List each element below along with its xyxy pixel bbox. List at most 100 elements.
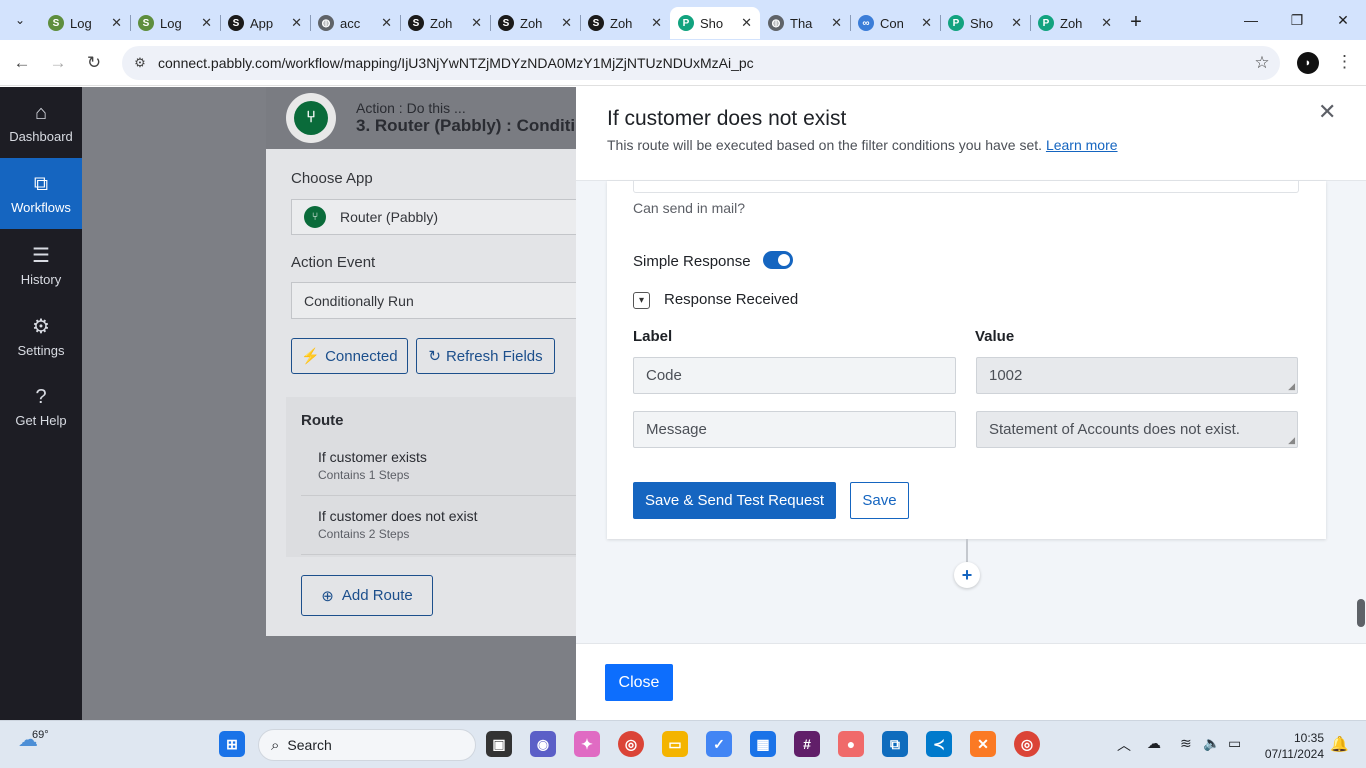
address-bar[interactable]: ⚙ connect.pabbly.com/workflow/mapping/Ij… [122,46,1280,80]
sidebar-item-get-help[interactable]: ? Get Help [0,371,82,442]
sidebar-item-history[interactable]: ☰ History [0,229,82,300]
refresh-fields-label: Refresh Fields [445,347,543,365]
route-item-customer-not-exist[interactable]: If customer does not exist Contains 2 St… [318,508,576,541]
xampp-icon[interactable]: ✕ [970,731,996,757]
close-tab-icon[interactable]: ✕ [561,15,572,31]
profile-avatar[interactable]: ◗ [1297,52,1319,74]
close-tab-icon[interactable]: ✕ [381,15,392,31]
browser-menu-button[interactable]: ⋮ [1336,52,1353,72]
response-received-chevron[interactable]: ▾ [633,292,650,309]
onedrive-icon[interactable]: ☁ [1147,735,1161,752]
forward-button[interactable]: → [40,53,76,73]
close-tab-icon[interactable]: ✕ [1011,15,1022,31]
browser-tab[interactable]: P Zoh ✕ [1030,7,1120,39]
close-tab-icon[interactable]: ✕ [831,15,842,31]
route-drawer: If customer does not exist This route wi… [576,87,1366,720]
file-explorer-icon[interactable]: ▭ [662,731,688,757]
step-connector [966,539,968,563]
tab-search-button[interactable]: ⌄ [0,0,40,40]
site-settings-icon[interactable]: ⚙ [122,55,158,71]
bookmark-star-icon[interactable]: ☆ [1244,53,1280,73]
battery-icon[interactable]: ▭ [1228,735,1241,752]
windows-start-icon[interactable]: ⊞ [219,731,245,757]
router-branch-icon: ⑂ [304,206,326,228]
remote-desktop-icon[interactable]: ⧉ [882,731,908,757]
action-event-select[interactable]: Conditionally Run [291,282,576,319]
asana-icon[interactable]: ● [838,731,864,757]
refresh-fields-button[interactable]: ↻ Refresh Fields [416,338,555,374]
clock-date: 07/11/2024 [1264,747,1324,761]
close-tab-icon[interactable]: ✕ [921,15,932,31]
close-button[interactable]: Close [605,664,673,701]
browser-tab[interactable]: P Sho ✕ [940,7,1030,39]
todo-icon[interactable]: ✓ [706,731,732,757]
close-tab-icon[interactable]: ✕ [111,15,122,31]
router-step-card: ⑂ Action : Do this ... 3. Router (Pabbly… [266,87,576,636]
add-step-button[interactable]: + [954,562,980,588]
close-tab-icon[interactable]: ✕ [741,15,752,31]
slack-icon[interactable]: # [794,731,820,757]
browser-tab[interactable]: S Zoh ✕ [580,7,670,39]
choose-app-select[interactable]: ⑂ Router (Pabbly) [291,199,576,235]
reload-button[interactable]: ↻ [76,53,112,73]
simple-response-toggle[interactable] [763,251,793,269]
volume-icon[interactable]: 🔈 [1203,735,1220,752]
browser-tab[interactable]: ∞ Con ✕ [850,7,940,39]
minimize-button[interactable]: — [1228,0,1274,40]
wifi-icon[interactable]: ≋ [1180,735,1192,752]
browser-tab[interactable]: S App ✕ [220,7,310,39]
connected-button[interactable]: ⚡ Connected [291,338,408,374]
save-send-test-button[interactable]: Save & Send Test Request [633,482,836,519]
app-sidebar: ⌂ Dashboard ⧉ Workflows ☰ History ⚙ Sett… [0,87,82,720]
restore-button[interactable]: ❐ [1274,0,1320,40]
learn-more-link[interactable]: Learn more [1046,137,1118,153]
browser-tab[interactable]: ◍ acc ✕ [310,7,400,39]
sidebar-item-workflows[interactable]: ⧉ Workflows [0,158,82,229]
label-input[interactable]: Message [633,411,956,448]
back-button[interactable]: ← [4,53,40,73]
save-button[interactable]: Save [850,482,909,519]
browser-tab[interactable]: ◍ Tha ✕ [760,7,850,39]
label-input[interactable]: Code [633,357,956,394]
browser-tab[interactable]: S Zoh ✕ [490,7,580,39]
resize-grip-icon[interactable]: ◢ [1288,435,1295,446]
vscode-icon[interactable]: ≺ [926,731,952,757]
field-hint: Can send in mail? [633,200,746,216]
sidebar-item-dashboard[interactable]: ⌂ Dashboard [0,87,82,158]
task-view-icon[interactable]: ▣ [486,731,512,757]
teams-icon[interactable]: ◉ [530,731,556,757]
value-input[interactable]: 1002 ◢ [976,357,1298,394]
weather-widget[interactable]: ☁ 69° [18,727,49,752]
resize-grip-icon[interactable]: ◢ [1288,381,1295,392]
chrome-icon[interactable]: ◎ [618,731,644,757]
calendar-icon[interactable]: ▦ [750,731,776,757]
close-tab-icon[interactable]: ✕ [291,15,302,31]
drawer-close-icon[interactable]: ✕ [1318,99,1336,125]
taskbar-clock[interactable]: 10:35 07/11/2024 [1258,730,1324,762]
value-input[interactable]: Statement of Accounts does not exist. ◢ [976,411,1298,448]
browser-tab[interactable]: S Zoh ✕ [400,7,490,39]
route-item-customer-exists[interactable]: If customer exists Contains 1 Steps [318,449,576,482]
scrollbar-thumb[interactable] [1357,599,1365,627]
plug-icon: ⚡ [301,348,321,365]
drawer-subtitle: This route will be executed based on the… [607,137,1118,153]
shopify-icon: S [588,15,604,31]
sidebar-item-settings[interactable]: ⚙ Settings [0,300,82,371]
previous-field-input[interactable] [633,181,1299,193]
value-input-value: 1002 [989,367,1023,384]
chrome-profile-icon[interactable]: ◎ [1014,731,1040,757]
browser-tab[interactable]: P Sho ✕ [670,7,760,39]
browser-tab[interactable]: S Log ✕ [130,7,220,39]
add-route-button[interactable]: ⊕ Add Route [301,575,433,616]
taskbar-search[interactable]: ⌕ Search [258,729,476,761]
new-tab-button[interactable]: + [1120,11,1152,34]
tray-overflow-icon[interactable]: ︿ [1117,735,1131,755]
close-tab-icon[interactable]: ✕ [201,15,212,31]
window-close-button[interactable]: ✕ [1320,0,1366,40]
close-tab-icon[interactable]: ✕ [1101,15,1112,31]
browser-tab[interactable]: S Log ✕ [40,7,130,39]
close-tab-icon[interactable]: ✕ [471,15,482,31]
close-tab-icon[interactable]: ✕ [651,15,662,31]
notification-bell-icon[interactable]: 🔔 [1330,735,1349,753]
copilot-icon[interactable]: ✦ [574,731,600,757]
